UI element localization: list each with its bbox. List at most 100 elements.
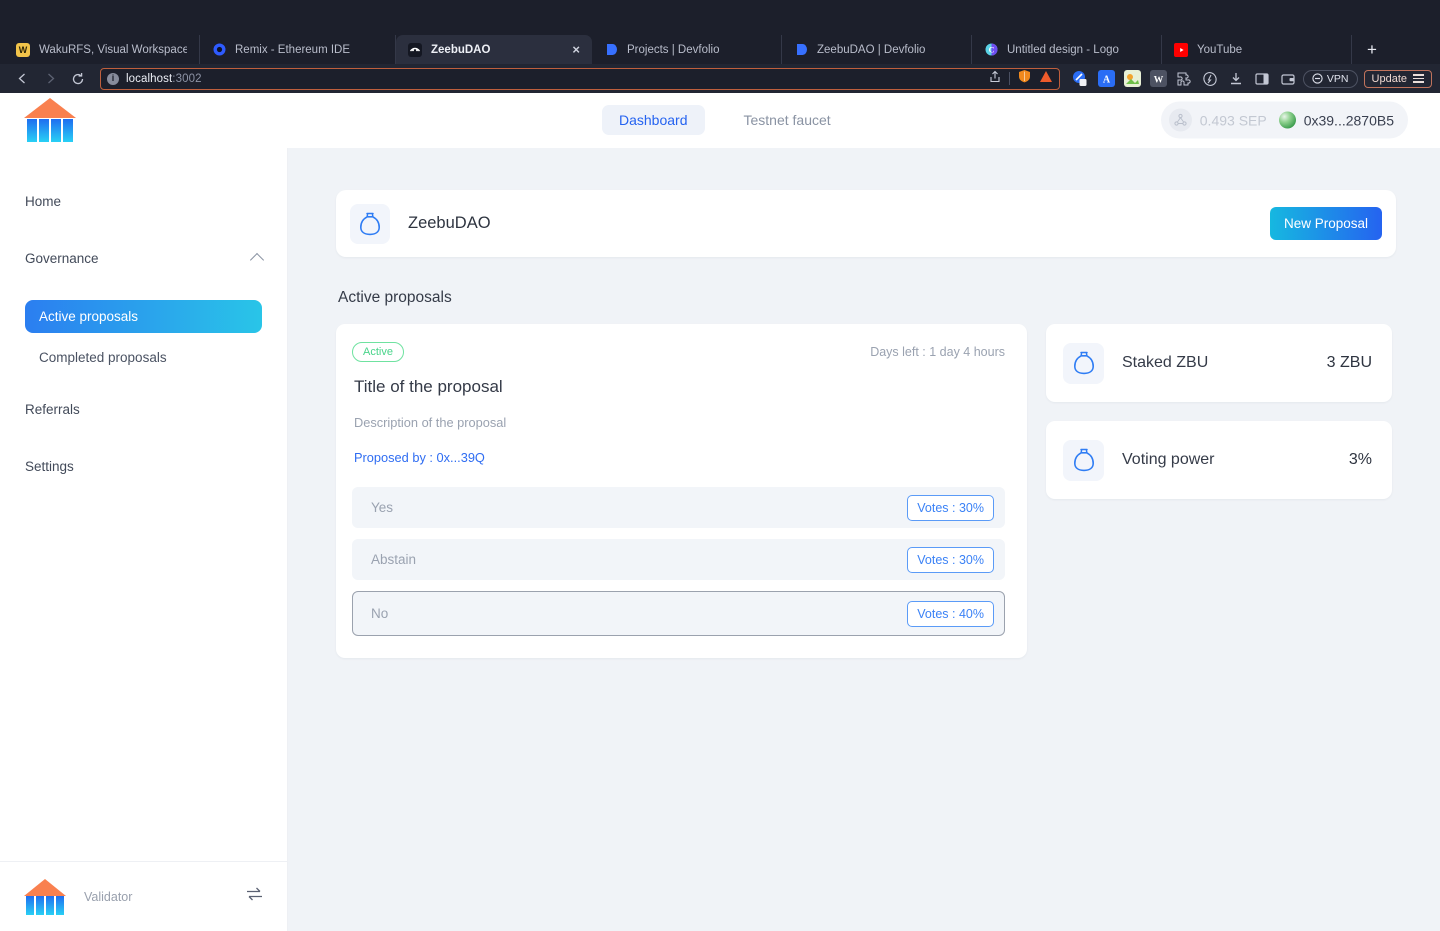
tab-title: ZeebuDAO | Devfolio — [817, 43, 926, 56]
back-icon[interactable] — [8, 67, 36, 91]
money-bag-icon — [350, 203, 390, 244]
swap-arrows-icon[interactable] — [245, 886, 264, 907]
zeebu-logo — [24, 98, 76, 142]
browser-titlebar — [0, 0, 1440, 35]
balance-text: 0.493 SEP — [1199, 112, 1267, 128]
browser-navbar: i localhost:3002 A W VPN Update — [0, 64, 1440, 93]
sidebar-item-label: Governance — [25, 250, 99, 266]
vote-options: Yes Votes : 30% Abstain Votes : 30% No V… — [352, 487, 1005, 636]
wallet-chip[interactable]: 0.493 SEP 0x39...2870B5 — [1160, 101, 1408, 139]
sidebar-item-completed-proposals[interactable]: Completed proposals — [25, 341, 259, 374]
url-text: localhost:3002 — [126, 72, 202, 85]
wallet-icon[interactable] — [1280, 70, 1297, 87]
brave-shields-icon[interactable] — [1018, 69, 1031, 88]
sidebar-icon[interactable] — [1254, 70, 1271, 87]
vote-count-badge[interactable]: Votes : 30% — [907, 494, 994, 521]
screen-root: W WakuRFS, Visual Workspace for Inn Remi… — [0, 0, 1440, 931]
proposal-card: Active Days left : 1 day 4 hours Title o… — [336, 324, 1027, 658]
proposal-description: Description of the proposal — [354, 415, 507, 430]
image-tool-icon[interactable] — [1123, 70, 1141, 87]
brave-lion-icon[interactable] — [1039, 70, 1053, 88]
voting-power-card: Voting power 3% — [1046, 421, 1392, 499]
browser-chrome: W WakuRFS, Visual Workspace for Inn Remi… — [0, 0, 1440, 93]
puzzle-icon[interactable] — [1176, 70, 1193, 87]
vote-option-label: No — [371, 606, 389, 621]
pin-icon[interactable] — [1072, 70, 1089, 87]
divider — [1008, 72, 1010, 85]
dao-name: ZeebuDAO — [408, 214, 491, 232]
status-badge: Active — [352, 342, 404, 362]
forward-icon[interactable] — [36, 67, 64, 91]
sidebar-item-governance[interactable]: Governance — [25, 243, 265, 273]
browser-tab[interactable]: C Untitled design - Logo — [972, 35, 1162, 64]
canva-icon: C — [984, 43, 998, 57]
money-bag-icon — [1063, 342, 1104, 384]
remix-icon — [212, 42, 226, 57]
tab-testnet-faucet[interactable]: Testnet faucet — [727, 105, 848, 135]
avatar — [1278, 111, 1296, 129]
wikipedia-icon[interactable]: W — [1149, 70, 1167, 87]
tab-title: ZeebuDAO — [431, 43, 491, 56]
vote-option-label: Yes — [371, 500, 394, 515]
svg-text:C: C — [988, 45, 994, 54]
browser-tab[interactable]: YouTube — [1162, 35, 1352, 64]
browser-tab[interactable]: Remix - Ethereum IDE — [200, 35, 396, 64]
address-bar[interactable]: i localhost:3002 — [100, 67, 1060, 90]
proposal-title: Title of the proposal — [354, 377, 503, 396]
sidebar-item-label: Referrals — [25, 401, 80, 417]
svg-text:A: A — [1103, 75, 1111, 86]
network-icon — [1168, 108, 1192, 132]
stats-column: Staked ZBU 3 ZBU Voting power 3% — [1046, 324, 1392, 518]
update-button[interactable]: Update — [1363, 69, 1432, 88]
extensions-toolbar: A W — [1060, 70, 1297, 87]
vpn-label: VPN — [1326, 72, 1349, 85]
validator-label: Validator — [84, 889, 133, 904]
chevron-up-icon[interactable] — [249, 252, 265, 268]
tab-title: YouTube — [1197, 43, 1243, 56]
tab-dashboard[interactable]: Dashboard — [602, 105, 705, 135]
address-bar-actions — [989, 69, 1053, 88]
sidebar-item-active-proposals[interactable]: Active proposals — [25, 300, 262, 333]
tab-title: Untitled design - Logo — [1007, 43, 1119, 56]
leaf-shield-icon[interactable] — [1202, 70, 1219, 87]
menu-icon[interactable] — [1413, 74, 1424, 83]
sidebar-item-label: Settings — [25, 458, 74, 474]
vpn-icon — [1312, 73, 1323, 84]
app-root: Dashboard Testnet faucet 0.493 SEP 0x39.… — [0, 93, 1440, 931]
reload-icon[interactable] — [64, 67, 92, 91]
new-tab-button[interactable]: + — [1352, 35, 1392, 64]
vote-count-badge[interactable]: Votes : 40% — [907, 600, 994, 627]
sidebar-item-settings[interactable]: Settings — [25, 451, 262, 481]
sidebar-item-referrals[interactable]: Referrals — [25, 394, 262, 424]
stat-value: 3 ZBU — [1326, 354, 1372, 371]
vote-count-badge[interactable]: Votes : 30% — [907, 546, 994, 573]
logo-bars — [27, 119, 73, 142]
wallet-address[interactable]: 0x39...2870B5 — [1278, 111, 1394, 129]
tab-title: Projects | Devfolio — [627, 43, 720, 56]
main-content: ZeebuDAO New Proposal Active proposals A… — [288, 148, 1440, 931]
share-icon[interactable] — [989, 70, 1001, 88]
proposal-proposer-link[interactable]: Proposed by : 0x...39Q — [354, 450, 1005, 465]
app-body: Home Governance Active proposals Complet… — [0, 148, 1440, 931]
vote-option-no[interactable]: No Votes : 40% — [352, 591, 1005, 636]
download-icon[interactable] — [1228, 70, 1245, 87]
devfolio-icon — [794, 43, 808, 57]
browser-tab-active[interactable]: ZeebuDAO × — [396, 35, 592, 64]
zeebudao-icon — [408, 42, 422, 57]
vote-option-abstain[interactable]: Abstain Votes : 30% — [352, 539, 1005, 580]
site-info-icon[interactable]: i — [107, 72, 119, 85]
brand-logo-wrap[interactable] — [0, 98, 288, 142]
vpn-button[interactable]: VPN — [1302, 69, 1358, 88]
browser-tab[interactable]: Projects | Devfolio — [592, 35, 782, 64]
wakurfs-icon: W — [16, 42, 30, 57]
validator-footer[interactable]: Validator — [0, 861, 288, 931]
browser-tab[interactable]: ZeebuDAO | Devfolio — [782, 35, 972, 64]
vote-option-yes[interactable]: Yes Votes : 30% — [352, 487, 1005, 528]
wallet-balance: 0.493 SEP — [1168, 108, 1267, 132]
sidebar-item-label: Active proposals — [39, 309, 139, 324]
new-proposal-button[interactable]: New Proposal — [1269, 207, 1382, 240]
grammarly-icon[interactable]: A — [1097, 70, 1115, 87]
close-icon[interactable]: × — [572, 43, 580, 56]
sidebar-item-home[interactable]: Home — [25, 186, 262, 216]
browser-tab[interactable]: W WakuRFS, Visual Workspace for Inn — [4, 35, 200, 64]
